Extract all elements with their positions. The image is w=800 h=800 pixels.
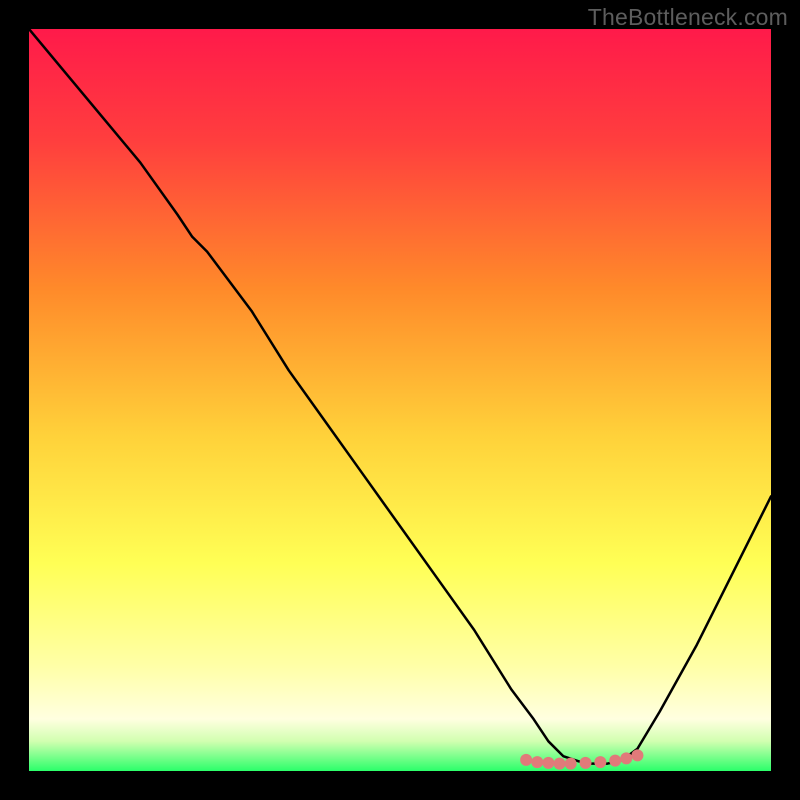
chart-container: TheBottleneck.com [0,0,800,800]
plot-area [29,29,771,771]
optimal-point [609,755,621,767]
chart-svg [29,29,771,771]
optimal-point [554,758,566,770]
optimal-point [631,749,643,761]
gradient-background [29,29,771,771]
optimal-point [565,758,577,770]
optimal-point [594,756,606,768]
optimal-point [580,757,592,769]
optimal-point [542,757,554,769]
optimal-point [620,752,632,764]
watermark-text: TheBottleneck.com [588,4,788,31]
optimal-point [520,754,532,766]
optimal-point [531,756,543,768]
